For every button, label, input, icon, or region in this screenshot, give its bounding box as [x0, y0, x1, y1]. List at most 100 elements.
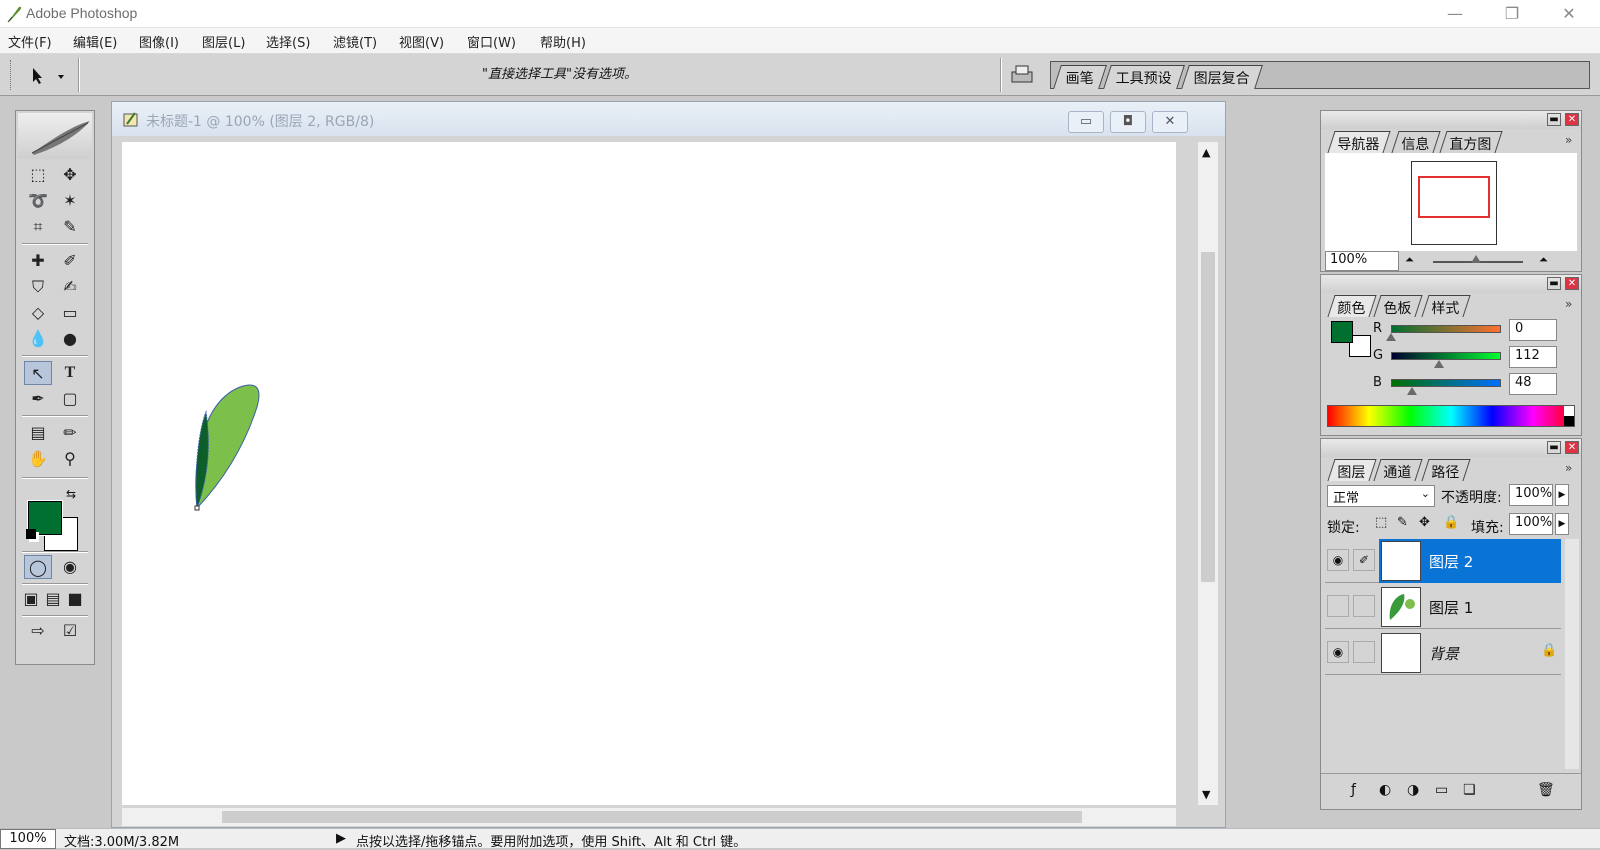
tab-channels[interactable]: 通道: [1373, 459, 1423, 481]
palette-title-bar[interactable]: [1321, 275, 1581, 293]
fill-arrow-icon[interactable]: ▶: [1555, 513, 1569, 535]
eyedropper-tool-icon[interactable]: ✏: [56, 421, 84, 445]
channel-r-slider[interactable]: [1391, 325, 1501, 333]
brush-link-icon[interactable]: ✐: [1353, 549, 1375, 571]
tab-styles[interactable]: 样式: [1421, 295, 1471, 317]
shape-tool-icon[interactable]: ▢: [56, 387, 84, 411]
layer-row-2[interactable]: ◉ ✐ 图层 2: [1325, 539, 1561, 583]
vertical-scroll-thumb[interactable]: [1201, 252, 1215, 582]
lock-all-icon[interactable]: 🔒: [1443, 515, 1459, 530]
well-tab-layer-comps[interactable]: 图层复合: [1181, 65, 1263, 89]
opacity-arrow-icon[interactable]: ▶: [1555, 484, 1569, 506]
menu-edit[interactable]: 编辑(E): [73, 32, 117, 51]
edit-in-imageready-icon[interactable]: ☑: [56, 619, 84, 643]
lock-image-icon[interactable]: ✎: [1397, 515, 1408, 530]
brush-link-icon[interactable]: [1353, 595, 1375, 617]
file-browser-icon[interactable]: [1010, 64, 1034, 84]
healing-brush-tool-icon[interactable]: ✚: [24, 249, 52, 273]
layer-mask-icon[interactable]: ◐: [1379, 782, 1391, 798]
zoom-out-icon[interactable]: ⏶: [1405, 253, 1414, 267]
navigator-thumbnail[interactable]: [1411, 161, 1497, 245]
history-brush-tool-icon[interactable]: ✍: [56, 275, 84, 299]
palette-minimize-icon[interactable]: ▬: [1547, 113, 1561, 126]
horizontal-scrollbar[interactable]: [122, 808, 1176, 826]
marquee-tool-icon[interactable]: ⬚: [24, 163, 52, 187]
standard-mode-icon[interactable]: ◯: [24, 555, 52, 579]
swap-colors-icon[interactable]: ⇆: [66, 487, 76, 501]
pen-tool-icon[interactable]: ✒: [24, 387, 52, 411]
tab-layers[interactable]: 图层: [1327, 459, 1377, 481]
jump-to-imageready-icon[interactable]: ⇨: [24, 619, 52, 643]
palette-menu-icon[interactable]: »: [1565, 297, 1572, 311]
status-doc-size[interactable]: 文档:3.00M/3.82M: [64, 831, 179, 850]
doc-minimize-button[interactable]: ▭: [1068, 111, 1104, 133]
eye-hidden-icon[interactable]: [1327, 595, 1349, 617]
channel-g-slider[interactable]: [1391, 352, 1501, 360]
toolbox-header[interactable]: [18, 113, 92, 159]
slice-tool-icon[interactable]: ✎: [56, 215, 84, 239]
menu-select[interactable]: 选择(S): [266, 32, 310, 51]
well-tab-tool-presets[interactable]: 工具预设: [1103, 65, 1185, 89]
hand-tool-icon[interactable]: ✋: [24, 447, 52, 471]
color-foreground-swatch[interactable]: [1331, 321, 1353, 343]
scroll-down-icon[interactable]: ▼: [1202, 788, 1210, 801]
channel-g-field[interactable]: 112: [1509, 346, 1557, 368]
gradient-tool-icon[interactable]: ▭: [56, 301, 84, 325]
channel-g-handle[interactable]: [1434, 360, 1445, 368]
palette-title-bar[interactable]: [1321, 111, 1581, 129]
palette-minimize-icon[interactable]: ▬: [1547, 277, 1561, 290]
menu-image[interactable]: 图像(I): [139, 32, 179, 51]
tool-preset-picker[interactable]: [28, 66, 68, 86]
opacity-field[interactable]: 100%: [1509, 484, 1553, 506]
palette-menu-icon[interactable]: »: [1565, 461, 1572, 475]
menu-window[interactable]: 窗口(W): [467, 32, 516, 51]
new-group-icon[interactable]: ▭: [1435, 782, 1448, 798]
tab-swatches[interactable]: 色板: [1373, 295, 1423, 317]
tab-navigator[interactable]: 导航器: [1327, 131, 1391, 153]
menu-view[interactable]: 视图(V): [399, 32, 444, 51]
channel-b-field[interactable]: 48: [1509, 373, 1557, 395]
channel-r-field[interactable]: 0: [1509, 319, 1557, 341]
palette-minimize-icon[interactable]: ▬: [1547, 441, 1561, 454]
menu-layer[interactable]: 图层(L): [202, 32, 245, 51]
tab-histogram[interactable]: 直方图: [1439, 131, 1503, 153]
doc-close-button[interactable]: ✕: [1152, 111, 1188, 133]
notes-tool-icon[interactable]: ▤: [24, 421, 52, 445]
quick-mask-mode-icon[interactable]: ◉: [56, 555, 84, 579]
channel-b-slider[interactable]: [1391, 379, 1501, 387]
channel-r-handle[interactable]: [1386, 333, 1396, 341]
restore-button[interactable]: ❐: [1502, 4, 1522, 24]
color-spectrum-bar[interactable]: [1327, 405, 1575, 427]
full-screen-menu-mode-icon[interactable]: ▤: [42, 587, 64, 611]
navigator-zoom-field[interactable]: 100%: [1325, 251, 1399, 271]
palette-close-icon[interactable]: ✕: [1565, 113, 1579, 126]
dodge-tool-icon[interactable]: ●: [56, 327, 84, 351]
direct-selection-tool-icon[interactable]: ↖: [24, 361, 52, 385]
scroll-up-icon[interactable]: ▲: [1202, 146, 1210, 159]
zoom-in-icon[interactable]: ⏶: [1539, 253, 1548, 267]
layers-scrollbar[interactable]: [1565, 539, 1579, 769]
minimize-button[interactable]: —: [1445, 4, 1465, 24]
eye-icon[interactable]: ◉: [1327, 641, 1349, 663]
layer-row-background[interactable]: ◉ 背景 🔒: [1325, 631, 1561, 675]
document-title-bar[interactable]: 未标题-1 @ 100% (图层 2, RGB/8) ▭ ◘ ✕: [112, 102, 1225, 136]
eraser-tool-icon[interactable]: ◇: [24, 301, 52, 325]
palette-close-icon[interactable]: ✕: [1565, 277, 1579, 290]
status-zoom-field[interactable]: 100%: [0, 829, 56, 849]
magic-wand-tool-icon[interactable]: ✶: [56, 189, 84, 213]
blend-mode-select[interactable]: 正常 ⌄: [1327, 485, 1435, 507]
menu-file[interactable]: 文件(F): [8, 32, 52, 51]
channel-b-handle[interactable]: [1406, 387, 1417, 395]
image-canvas[interactable]: [122, 142, 1176, 805]
eye-icon[interactable]: ◉: [1327, 549, 1349, 571]
doc-maximize-button[interactable]: ◘: [1110, 111, 1146, 133]
horizontal-scroll-thumb[interactable]: [222, 811, 1082, 823]
adjustment-layer-icon[interactable]: ◑: [1407, 782, 1419, 798]
menu-filter[interactable]: 滤镜(T): [333, 32, 377, 51]
brush-link-icon[interactable]: [1353, 641, 1375, 663]
lock-transparency-icon[interactable]: ⬚: [1375, 515, 1387, 530]
close-button[interactable]: ✕: [1559, 4, 1579, 24]
tab-color[interactable]: 颜色: [1327, 295, 1377, 317]
full-screen-mode-icon[interactable]: ■: [64, 587, 86, 611]
type-tool-icon[interactable]: T: [56, 361, 84, 385]
